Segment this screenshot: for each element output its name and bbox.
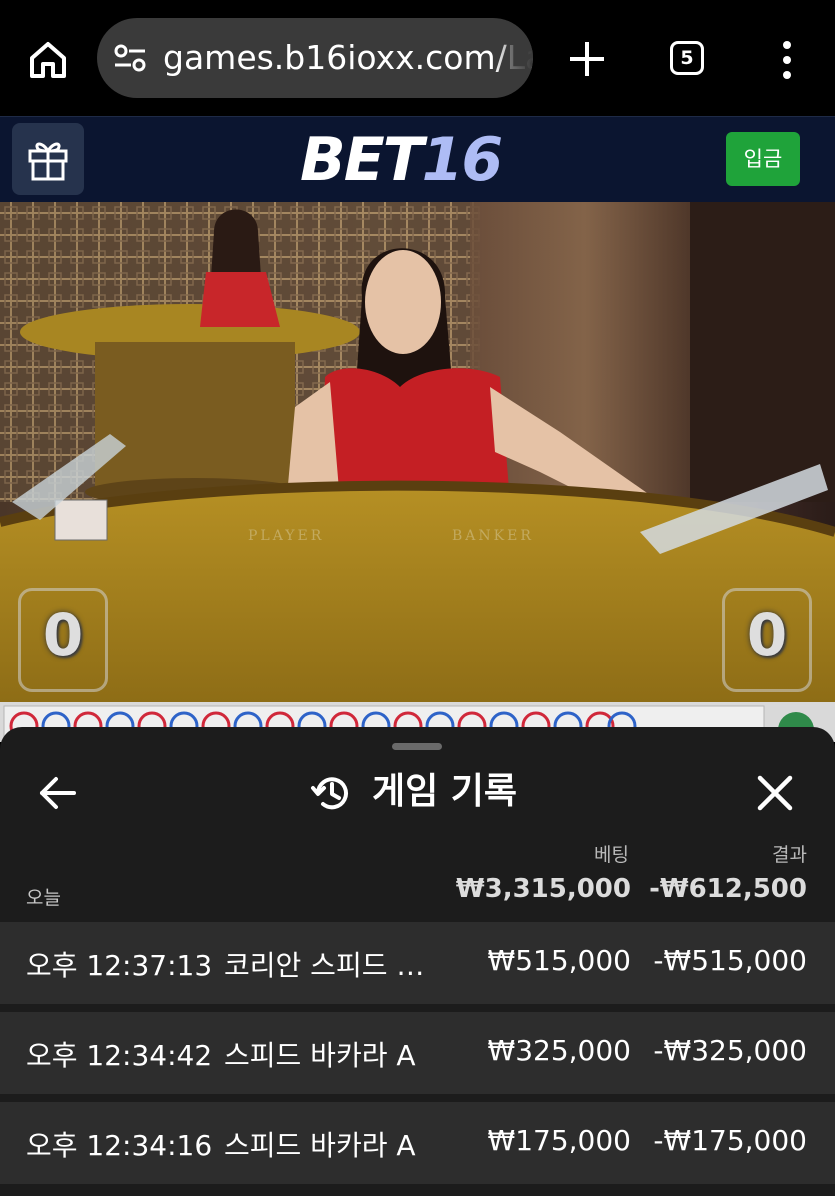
row-result: -₩515,000 xyxy=(653,944,807,977)
drag-handle[interactable] xyxy=(392,743,442,750)
column-header-bet: 베팅 xyxy=(594,844,629,866)
row-bet: ₩515,000 xyxy=(487,944,631,977)
row-bet: ₩325,000 xyxy=(487,1034,631,1067)
total-bet-value: ₩3,315,000 xyxy=(455,874,631,904)
row-game: 스피드 바카라 A xyxy=(224,1039,416,1072)
home-icon[interactable] xyxy=(24,36,72,84)
site-header: BET16 입금 xyxy=(0,116,835,203)
gift-button[interactable] xyxy=(12,123,84,195)
today-label: 오늘 xyxy=(26,887,61,909)
site-logo[interactable]: BET16 xyxy=(300,125,503,195)
history-row[interactable]: 오후 12:37:13 코리안 스피드 바... ₩515,000 -₩515,… xyxy=(0,922,835,1004)
row-bet: ₩175,000 xyxy=(487,1124,631,1157)
more-vert-icon[interactable] xyxy=(776,40,798,80)
row-result: -₩325,000 xyxy=(653,1034,807,1067)
column-header-result: 결과 xyxy=(772,844,807,866)
banker-score: 0 xyxy=(722,588,812,692)
banker-area-label: BANKER xyxy=(452,528,534,544)
row-game: 스피드 바카라 A xyxy=(224,1129,416,1162)
row-result: -₩175,000 xyxy=(653,1124,807,1157)
sheet-title: 게임 기록 xyxy=(372,771,518,812)
browser-toolbar: games.b16ioxx.com/La 5 xyxy=(0,0,835,116)
arrow-left-icon[interactable] xyxy=(38,775,78,811)
video-scene xyxy=(0,202,835,702)
tune-icon[interactable] xyxy=(113,42,147,74)
row-game: 코리안 스피드 바... xyxy=(224,949,446,982)
history-icon xyxy=(311,777,348,810)
gift-icon xyxy=(28,142,68,181)
row-time: 오후 12:37:13 xyxy=(26,949,213,982)
plus-icon[interactable] xyxy=(566,38,608,80)
total-result-value: -₩612,500 xyxy=(649,874,807,904)
deposit-button[interactable]: 입금 xyxy=(726,132,800,186)
player-score: 0 xyxy=(18,588,108,692)
row-time: 오후 12:34:42 xyxy=(26,1039,213,1072)
row-time: 오후 12:34:16 xyxy=(26,1129,213,1162)
url-text: games.b16ioxx.com/La xyxy=(163,38,533,77)
game-history-sheet: 게임 기록 베팅 결과 오늘 ₩3,315,000 -₩612,500 오후 1… xyxy=(0,727,835,1196)
history-row[interactable]: 오후 12:34:16 스피드 바카라 A ₩175,000 -₩175,000 xyxy=(0,1102,835,1184)
tab-switcher-button[interactable]: 5 xyxy=(670,41,704,75)
history-row[interactable]: 오후 12:34:42 스피드 바카라 A ₩325,000 -₩325,000 xyxy=(0,1012,835,1094)
player-area-label: PLAYER xyxy=(248,528,325,544)
address-bar[interactable]: games.b16ioxx.com/La xyxy=(97,18,533,98)
live-video[interactable]: PLAYER BANKER 0 0 xyxy=(0,202,835,702)
close-icon[interactable] xyxy=(756,774,794,812)
